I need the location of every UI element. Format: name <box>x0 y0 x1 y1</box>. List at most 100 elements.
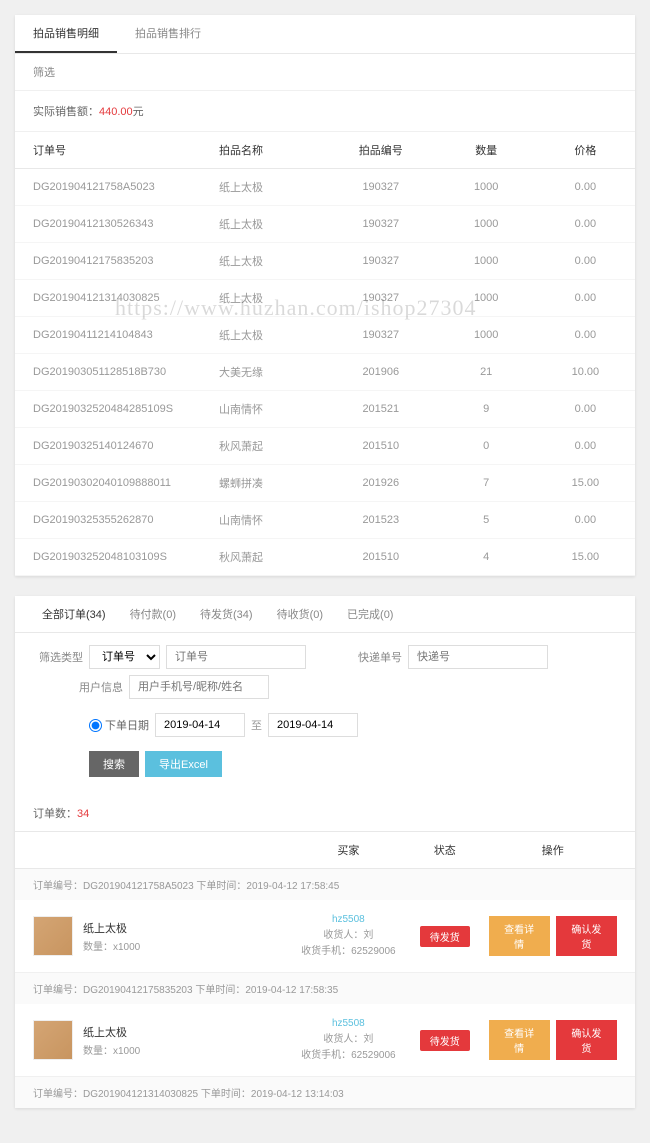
table-cell: 1000 <box>437 243 536 280</box>
filter-bar: 筛选类型 订单号 快递单号 用户信息 下单日期 至 搜索 导出Excel <box>15 633 635 795</box>
table-cell: DG201904121314030825 <box>15 280 201 317</box>
table-row: DG201904121314030825纸上太极19032710000.00 <box>15 280 635 317</box>
table-cell: 纸上太极 <box>201 169 325 206</box>
date-to-label: 至 <box>251 717 262 733</box>
table-cell: DG201904121758A5023 <box>15 169 201 206</box>
table-cell: 21 <box>437 354 536 391</box>
buyer-tel: 收货手机：62529006 <box>296 1048 401 1064</box>
view-detail-button[interactable]: 查看详情 <box>489 916 550 956</box>
col-order-no: 订单号 <box>15 132 201 169</box>
order-meta: 订单编号：DG201904121758A5023 下单时间：2019-04-12… <box>15 869 635 900</box>
table-cell: 0.00 <box>536 317 635 354</box>
table-row: DG20190412130526343纸上太极19032710000.00 <box>15 206 635 243</box>
date-radio[interactable]: 下单日期 <box>89 717 149 733</box>
buyer-person: 收货人：刘 <box>296 1032 401 1048</box>
table-cell: DG20190412130526343 <box>15 206 201 243</box>
filter-type-label: 筛选类型 <box>33 649 83 665</box>
table-row: DG20190325355262870山南情怀20152350.00 <box>15 502 635 539</box>
tab-all-orders[interactable]: 全部订单(34) <box>30 596 118 632</box>
tab-sales-detail[interactable]: 拍品销售明细 <box>15 15 117 53</box>
sales-table: 订单号 拍品名称 拍品编号 数量 价格 DG201904121758A5023纸… <box>15 132 635 576</box>
tab-unpaid[interactable]: 待付款(0) <box>118 596 188 632</box>
table-cell: 201523 <box>325 502 437 539</box>
table-row: DG201903051128518B730大美无缘2019062110.00 <box>15 354 635 391</box>
table-cell: 190327 <box>325 280 437 317</box>
order-meta: 订单编号：DG201904121314030825 下单时间：2019-04-1… <box>15 1077 635 1108</box>
table-cell: 1000 <box>437 169 536 206</box>
order-list-header: 买家 状态 操作 <box>15 832 635 869</box>
table-cell: 4 <box>437 539 536 576</box>
table-cell: 1000 <box>437 280 536 317</box>
tab-unshipped[interactable]: 待发货(34) <box>188 596 265 632</box>
table-cell: 201510 <box>325 539 437 576</box>
table-row: DG20190325140124670秋风萧起20151000.00 <box>15 428 635 465</box>
buyer-tel: 收货手机：62529006 <box>296 944 401 960</box>
col-qty: 数量 <box>437 132 536 169</box>
table-cell: 190327 <box>325 206 437 243</box>
date-to-input[interactable] <box>268 713 358 737</box>
table-cell: 9 <box>437 391 536 428</box>
table-cell: 0.00 <box>536 280 635 317</box>
search-button[interactable]: 搜索 <box>89 751 139 777</box>
table-cell: 秋风萧起 <box>201 428 325 465</box>
table-cell: 0.00 <box>536 206 635 243</box>
table-row: DG201903252048103109S秋风萧起201510415.00 <box>15 539 635 576</box>
tab-sales-rank[interactable]: 拍品销售排行 <box>117 15 219 53</box>
table-cell: 0.00 <box>536 243 635 280</box>
confirm-ship-button[interactable]: 确认发货 <box>556 1020 617 1060</box>
table-cell: DG20190412175835203 <box>15 243 201 280</box>
table-cell: 纸上太极 <box>201 317 325 354</box>
view-detail-button[interactable]: 查看详情 <box>489 1020 550 1060</box>
tab-done[interactable]: 已完成(0) <box>335 596 405 632</box>
status-badge: 待发货 <box>420 926 470 947</box>
order-no-select[interactable]: 订单号 <box>89 645 160 669</box>
table-cell: 190327 <box>325 169 437 206</box>
table-cell: DG20190325355262870 <box>15 502 201 539</box>
table-cell: DG20190325140124670 <box>15 428 201 465</box>
product-qty: 数量：x1000 <box>83 938 140 953</box>
user-label: 用户信息 <box>73 679 123 695</box>
date-radio-input[interactable] <box>89 719 102 732</box>
product-thumb <box>33 916 73 956</box>
col-ops: 操作 <box>489 842 617 858</box>
table-cell: 0 <box>437 428 536 465</box>
col-product-name: 拍品名称 <box>201 132 325 169</box>
table-cell: 大美无缘 <box>201 354 325 391</box>
express-input[interactable] <box>408 645 548 669</box>
user-input[interactable] <box>129 675 269 699</box>
table-cell: 7 <box>437 465 536 502</box>
table-cell: 15.00 <box>536 539 635 576</box>
table-row: DG2019032520484285109S山南情怀20152190.00 <box>15 391 635 428</box>
table-cell: DG201903051128518B730 <box>15 354 201 391</box>
col-price: 价格 <box>536 132 635 169</box>
buyer-name: hz5508 <box>296 912 401 928</box>
order-body: 纸上太极数量：x1000 hz5508收货人：刘收货手机：62529006 待发… <box>15 900 635 972</box>
table-cell: 190327 <box>325 317 437 354</box>
table-cell: 纸上太极 <box>201 280 325 317</box>
product-thumb <box>33 1020 73 1060</box>
total-amount: 440.00 <box>99 106 133 118</box>
sales-panel: 拍品销售明细 拍品销售排行 筛选 实际销售额：440.00元 订单号 拍品名称 … <box>15 15 635 576</box>
order-no-input[interactable] <box>166 645 306 669</box>
table-row: DG201904121758A5023纸上太极19032710000.00 <box>15 169 635 206</box>
buyer-name: hz5508 <box>296 1016 401 1032</box>
order-body: 纸上太极数量：x1000 hz5508收货人：刘收货手机：62529006 待发… <box>15 1004 635 1076</box>
col-status: 状态 <box>401 842 489 858</box>
table-cell: 山南情怀 <box>201 391 325 428</box>
status-badge: 待发货 <box>420 1030 470 1051</box>
table-cell: 201906 <box>325 354 437 391</box>
filter-label: 筛选 <box>15 54 635 91</box>
table-cell: 10.00 <box>536 354 635 391</box>
export-button[interactable]: 导出Excel <box>145 751 222 777</box>
confirm-ship-button[interactable]: 确认发货 <box>556 916 617 956</box>
express-label: 快递单号 <box>352 649 402 665</box>
table-cell: DG20190302040109888011 <box>15 465 201 502</box>
table-cell: 190327 <box>325 243 437 280</box>
table-cell: 201510 <box>325 428 437 465</box>
order-meta: 订单编号：DG20190412175835203 下单时间：2019-04-12… <box>15 973 635 1004</box>
orders-panel: 全部订单(34) 待付款(0) 待发货(34) 待收货(0) 已完成(0) 筛选… <box>15 596 635 1108</box>
table-cell: 5 <box>437 502 536 539</box>
tab-shipped[interactable]: 待收货(0) <box>265 596 335 632</box>
date-from-input[interactable] <box>155 713 245 737</box>
table-cell: 0.00 <box>536 391 635 428</box>
